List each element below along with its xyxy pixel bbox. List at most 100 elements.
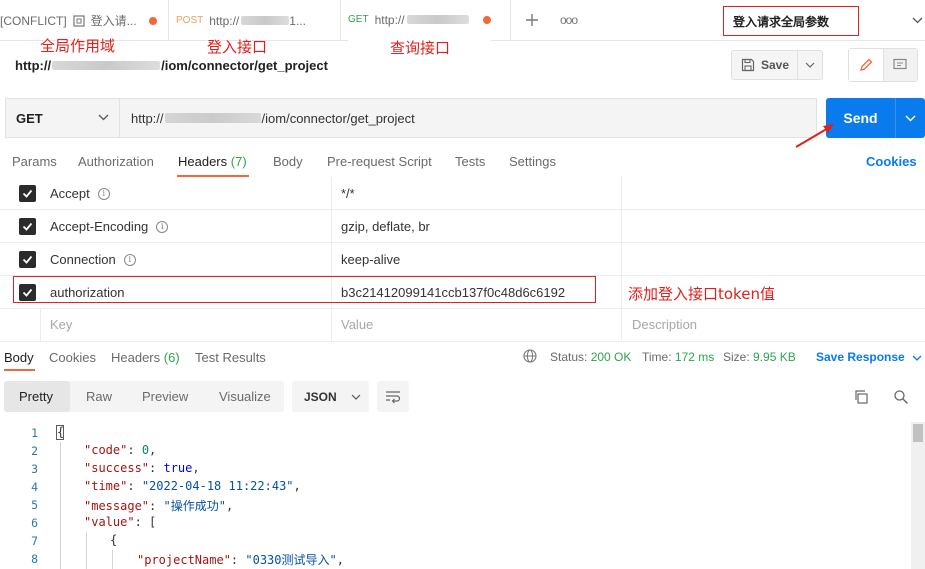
response-size[interactable]: Size: 9.95 KB: [723, 350, 796, 364]
url-input[interactable]: http:// /iom/connector/get_project: [119, 98, 817, 138]
header-row: Accept i */*: [0, 177, 925, 210]
environment-selector[interactable]: 登入请求全局参数: [723, 6, 859, 36]
column-divider: [621, 210, 622, 242]
headers-count: (7): [230, 154, 247, 169]
wrap-lines-button[interactable]: [377, 381, 409, 412]
line-number: 3: [31, 462, 38, 476]
response-tab-body[interactable]: Body: [4, 350, 34, 365]
save-response-button[interactable]: Save Response: [816, 350, 922, 364]
column-divider: [331, 309, 332, 341]
json-key: "code": [84, 443, 128, 457]
new-tab-button[interactable]: [524, 12, 540, 31]
more-tabs-icon[interactable]: ooo: [560, 13, 578, 27]
save-dropdown[interactable]: [798, 60, 822, 70]
code-scrollbar[interactable]: [911, 422, 925, 569]
code-line: "projectName": "0330测试导入",: [137, 553, 344, 567]
header-key[interactable]: Accept-Encoding i: [50, 219, 169, 234]
header-checkbox[interactable]: [19, 218, 36, 235]
send-button[interactable]: Send: [826, 98, 925, 138]
view-raw[interactable]: Raw: [86, 389, 112, 404]
response-headers-label: Headers: [111, 350, 161, 365]
header-checkbox[interactable]: [19, 251, 36, 268]
cookies-link[interactable]: Cookies: [866, 154, 917, 169]
annotation-highlight-box: [13, 276, 596, 303]
tab-body[interactable]: Body: [273, 154, 303, 169]
tab-post-login[interactable]: POST http:// 1...: [176, 0, 306, 41]
status-value: 200 OK: [590, 350, 632, 364]
response-status[interactable]: Status: 200 OK: [550, 350, 631, 364]
info-icon[interactable]: i: [123, 253, 136, 266]
save-main[interactable]: Save: [732, 51, 798, 79]
tab-params[interactable]: Params: [12, 154, 57, 169]
response-time[interactable]: Time: 172 ms: [642, 350, 714, 364]
tab-tests[interactable]: Tests: [455, 154, 485, 169]
status-label: Status:: [550, 350, 588, 364]
annotation-login-api: 登入接口: [207, 38, 268, 56]
header-key-text: Accept: [50, 186, 90, 201]
bracket-match-highlight: [56, 425, 64, 440]
line-number: 6: [31, 516, 38, 530]
documentation-button[interactable]: [883, 49, 917, 81]
size-value: 9.95 KB: [753, 350, 796, 364]
url-path: /iom/connector/get_project: [261, 110, 415, 126]
tab-method: POST: [176, 15, 204, 26]
scrollbar-thumb[interactable]: [913, 424, 923, 442]
format-select[interactable]: JSON: [292, 381, 369, 412]
edit-mode-button[interactable]: [849, 49, 884, 81]
comment-icon: [893, 58, 907, 70]
send-dropdown[interactable]: [896, 98, 925, 138]
tab-label: 登入请...: [90, 14, 137, 28]
tab-headers-label: Headers: [178, 154, 228, 169]
tab-settings[interactable]: Settings: [509, 154, 556, 169]
view-pretty[interactable]: Pretty: [19, 389, 53, 404]
header-value[interactable]: keep-alive: [341, 252, 400, 267]
copy-icon[interactable]: [853, 389, 869, 408]
plus-icon: [526, 14, 538, 26]
view-visualize[interactable]: Visualize: [219, 389, 271, 404]
json-number: 0: [141, 443, 150, 457]
header-value[interactable]: */*: [341, 186, 355, 201]
info-icon[interactable]: i: [156, 220, 169, 233]
response-tab-cookies[interactable]: Cookies: [49, 350, 96, 365]
code-line: "value": [: [84, 515, 157, 529]
view-preview[interactable]: Preview: [142, 389, 188, 404]
search-icon[interactable]: [893, 389, 909, 408]
info-icon[interactable]: i: [97, 187, 110, 200]
new-key-input[interactable]: Key: [50, 317, 72, 332]
response-tab-headers[interactable]: Headers (6): [111, 350, 180, 365]
header-checkbox[interactable]: [19, 185, 36, 202]
save-label: Save: [761, 58, 790, 72]
globe-icon[interactable]: [523, 349, 537, 366]
redacted-host: [406, 15, 469, 24]
redacted-host: [241, 16, 290, 25]
header-key-text: Accept-Encoding: [50, 219, 149, 234]
header-value[interactable]: gzip, deflate, br: [341, 219, 430, 234]
tab-prerequest-script[interactable]: Pre-request Script: [327, 154, 432, 169]
size-label: Size:: [723, 350, 750, 364]
response-tab-test-results[interactable]: Test Results: [195, 350, 266, 365]
response-headers-count: (6): [163, 350, 180, 365]
chevron-down-icon[interactable]: [912, 14, 923, 29]
method-select[interactable]: GET: [5, 98, 119, 138]
indent-guide: [60, 442, 61, 569]
tab-get-query[interactable]: GET http://: [348, 0, 491, 41]
request-title[interactable]: http:// /iom/connector/get_project: [15, 58, 328, 73]
indent-guide: [86, 532, 87, 569]
save-button[interactable]: Save: [731, 50, 823, 80]
new-description-input[interactable]: Description: [632, 317, 697, 332]
new-value-input[interactable]: Value: [341, 317, 373, 332]
tab-authorization[interactable]: Authorization: [78, 154, 154, 169]
redacted-host: [52, 61, 161, 70]
json-string: "0330测试导入": [245, 553, 337, 567]
header-key[interactable]: Connection i: [50, 252, 136, 267]
header-key[interactable]: Accept i: [50, 186, 110, 201]
line-number: 5: [31, 498, 38, 512]
view-mode-toggle: [848, 48, 918, 82]
tab-headers[interactable]: Headers (7): [178, 154, 247, 169]
chevron-down-icon: [98, 114, 109, 121]
response-body-code[interactable]: 1 2 3 4 5 6 7 8 { "code": 0, "success": …: [0, 422, 910, 569]
header-row-empty: Key Value Description: [0, 309, 925, 342]
line-number: 1: [31, 426, 38, 440]
time-value: 172 ms: [674, 350, 715, 364]
line-number: 8: [31, 552, 38, 566]
